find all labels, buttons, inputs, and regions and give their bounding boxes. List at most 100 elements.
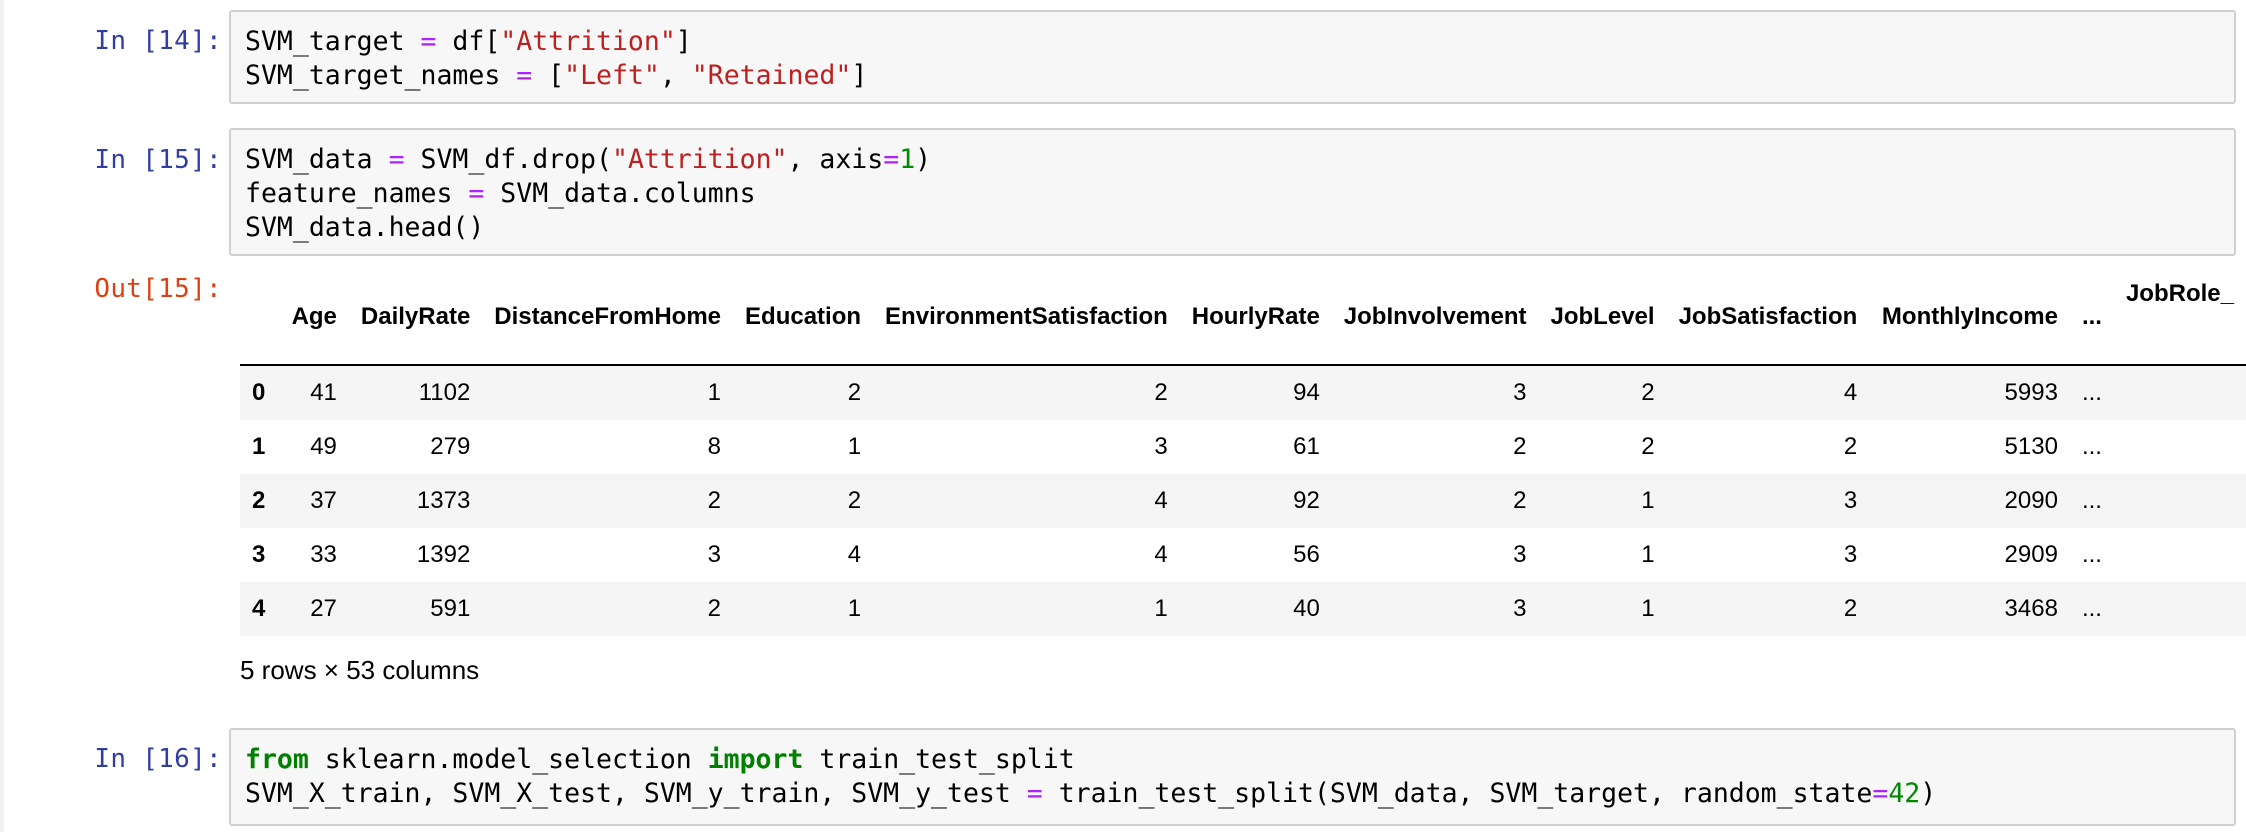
table-cell: 1392 [416,541,471,568]
code-token: = [883,144,900,175]
code-token: SVM_data [245,144,389,175]
table-cell: 2 [1641,433,1655,460]
table-cell: 92 [1293,487,1320,514]
column-header: JobInvolvement [1331,270,1539,366]
dataframe-summary: 5 rows × 53 columns [240,655,480,685]
table-row: 1 49 279 8 1 3 61 2 2 2 5130... [240,420,2246,474]
column-header: DailyRate [348,270,483,366]
input-prompt: In [15]: [94,145,222,175]
code-line: SVM_data = SVM_df.drop("Attrition", axis… [245,144,931,175]
table-cell: 3 [707,541,722,568]
code-token: SVM_X_train, SVM_X_test, SVM_y_train, SV… [245,778,1027,809]
code-token: [ [532,60,565,91]
code-token: SVM_data.head() [245,212,485,243]
table-cell: ... [2081,433,2102,460]
code-token: SVM_data.columns [484,178,756,209]
table-cell: 94 [1293,379,1320,406]
code-token: train_test_split [803,744,1075,775]
code-token: = [420,26,437,57]
table-cell: 3 [1513,541,1527,568]
row-index: 2 [252,487,266,514]
table-cell: 56 [1293,541,1320,568]
code-token: = [468,178,485,209]
table-cell: 1 [1154,595,1168,622]
table-cell: 1 [1641,595,1655,622]
table-cell: 4 [847,541,862,568]
column-header: MonthlyIncome [1869,270,2070,366]
code-token: = [388,144,405,175]
table-cell: 8 [707,433,722,460]
table-cell: 2 [1513,487,1527,514]
row-index: 3 [252,541,266,568]
code-token: SVM_target [245,26,421,57]
table-cell: 5993 [2004,379,2058,406]
table-cell: 2909 [2004,541,2058,568]
table-cell: 2 [1843,595,1858,622]
code-token: SVM_target_names [245,60,517,91]
table-cell: 1102 [418,379,471,406]
table-cell: 3 [1513,595,1527,622]
table-cell: 2 [707,595,722,622]
code-editor[interactable]: SVM_data = SVM_df.drop("Attrition", axis… [229,128,2236,256]
code-token: 42 [1888,778,1921,809]
code-line: SVM_target_names = ["Left", "Retained"] [245,60,867,91]
code-token: df[ [436,26,501,57]
table-cell [2114,420,2246,474]
column-header: JobLevel [1538,270,1667,366]
table-cell: 61 [1293,433,1320,460]
code-editor[interactable]: from sklearn.model_selection import trai… [229,728,2236,826]
table-cell: 1 [707,379,722,406]
code-line: feature_names = SVM_data.columns [245,178,756,209]
code-token: SVM_df.drop( [404,144,612,175]
code-token: 1 [899,144,916,175]
column-header: JobRole_ [2113,270,2246,366]
code-token: , axis [787,144,884,175]
code-editor[interactable]: SVM_target = df["Attrition"] SVM_target_n… [229,10,2236,104]
table-cell: 37 [310,487,337,514]
table-cell: ... [2081,487,2102,514]
code-token: = [516,60,533,91]
table-cell: 1373 [416,487,471,514]
column-header: ... [2069,270,2114,366]
table-cell: ... [2081,541,2102,568]
table-cell: 1 [847,433,862,460]
table-cell: 1 [1641,541,1655,568]
table-cell [2114,582,2246,636]
input-prompt: In [16]: [94,744,222,774]
notebook-left-gutter [0,0,4,832]
column-header: Age [279,270,349,366]
table-cell: 33 [310,541,337,568]
code-token: "Attrition" [611,144,788,175]
table-cell: 2090 [2004,487,2058,514]
table-cell: ... [2081,379,2102,406]
index-header [240,270,280,366]
code-token: ) [1920,778,1937,809]
code-token: ] [675,26,692,57]
table-cell: 2 [707,487,722,514]
table-cell: 27 [310,595,337,622]
code-token: = [1872,778,1889,809]
table-cell: 4 [1154,487,1168,514]
table-cell: 279 [430,433,471,460]
column-header: EnvironmentSatisfaction [873,270,1180,366]
table-cell: 2 [1513,433,1527,460]
column-header: HourlyRate [1179,270,1332,366]
table-cell: 5130 [2004,433,2058,460]
column-header: Education [733,270,874,366]
code-line: SVM_target = df["Attrition"] [245,26,692,57]
code-line: from sklearn.model_selection import trai… [245,744,1075,775]
row-index: 0 [252,379,266,406]
table-cell: 3 [1513,379,1527,406]
table-cell: 2 [847,487,862,514]
code-token: , [659,60,692,91]
code-token: "Retained" [691,60,852,91]
code-token: ) [915,144,932,175]
table-cell: 41 [310,379,337,406]
table-cell: 3 [1154,433,1168,460]
table-cell [2114,365,2246,420]
table-cell: 2 [1154,379,1168,406]
dataframe-table: Age DailyRate DistanceFromHome Education Env… [240,270,2246,636]
table-cell: 40 [1293,595,1320,622]
table-row: 2 37 1373 2 2 4 92 2 1 3 2090... [240,474,2246,528]
code-token: feature_names [245,178,469,209]
